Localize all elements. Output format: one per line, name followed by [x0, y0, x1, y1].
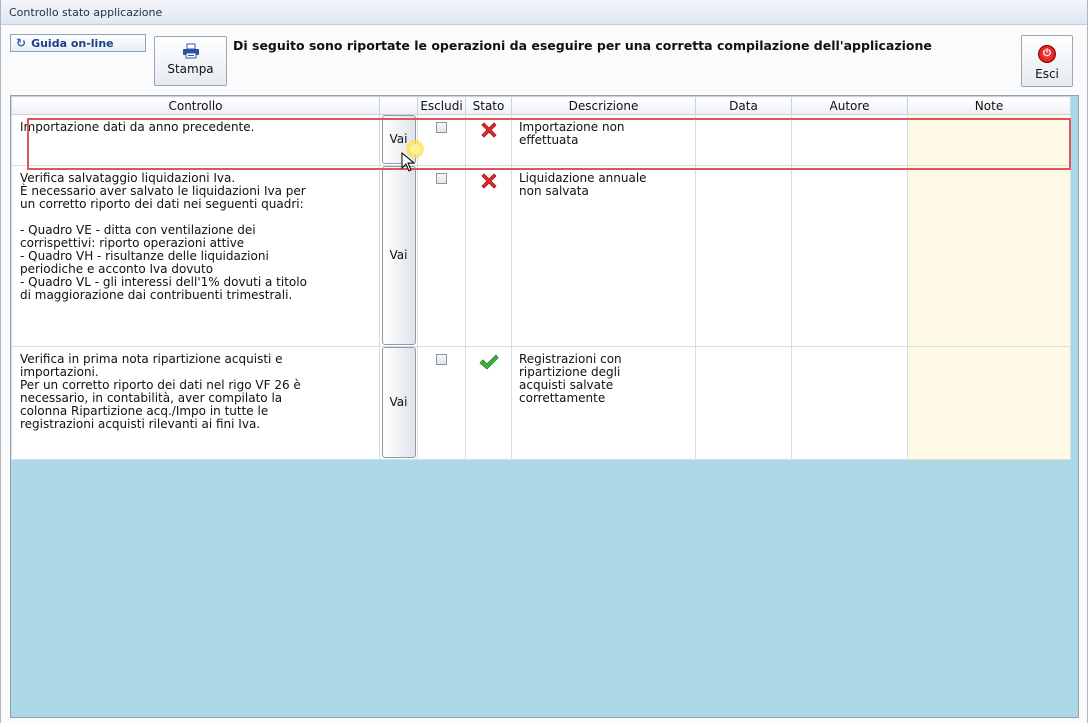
note-cell[interactable] [907, 165, 1071, 347]
vai-cell: Vai [379, 114, 418, 166]
error-x-icon [480, 173, 497, 189]
esci-button[interactable]: ⏻ Esci [1021, 35, 1073, 87]
descrizione-line: non salvata [519, 184, 589, 198]
controllo-line: un corretto riporto dei dati nei seguent… [20, 197, 304, 211]
window-title: Controllo stato applicazione [9, 6, 163, 19]
vai-cell: Vai [379, 165, 418, 347]
instructions-text: Di seguito sono riportate le operazioni … [233, 38, 932, 53]
vai-cell: Vai [379, 346, 418, 460]
stato-cell [465, 165, 512, 347]
table-row: Importazione dati da anno precedente. Va… [11, 114, 1071, 166]
stampa-button[interactable]: Stampa [154, 36, 227, 86]
autore-cell [791, 165, 908, 347]
descrizione-cell: Importazione non effettuata [511, 114, 696, 166]
descrizione-line: correttamente [519, 391, 606, 405]
column-header-note[interactable]: Note [907, 96, 1071, 115]
stato-cell [465, 114, 512, 166]
column-header-escludi[interactable]: Escludi [417, 96, 466, 115]
error-x-icon [480, 122, 497, 138]
header-row: Controllo Escludi Stato Descrizione Data… [11, 96, 1071, 115]
escludi-cell [417, 165, 466, 347]
vai-button[interactable]: Vai [381, 347, 416, 458]
data-cell [695, 114, 792, 166]
controllo-cell: Verifica salvataggio liquidazioni Iva. È… [11, 165, 380, 347]
autore-cell [791, 114, 908, 166]
checks-table: Controllo Escludi Stato Descrizione Data… [11, 96, 1071, 460]
controllo-cell: Verifica in prima nota ripartizione acqu… [11, 346, 380, 460]
stampa-label: Stampa [167, 62, 214, 76]
stato-cell [465, 346, 512, 460]
escludi-cell [417, 114, 466, 166]
data-cell [695, 346, 792, 460]
escludi-cell [417, 346, 466, 460]
escludi-checkbox[interactable] [436, 173, 447, 184]
escludi-checkbox[interactable] [436, 354, 447, 365]
title-bar: Controllo stato applicazione [1, 0, 1087, 25]
note-cell[interactable] [907, 114, 1071, 166]
power-icon: ⏻ [1038, 45, 1056, 63]
data-cell [695, 165, 792, 347]
help-link-icon: ↻ [16, 36, 27, 50]
table-row: Verifica in prima nota ripartizione acqu… [11, 346, 1071, 460]
table-row: Verifica salvataggio liquidazioni Iva. È… [11, 165, 1071, 347]
controllo-line: registrazioni acquisti rilevanti ai fini… [20, 417, 261, 431]
column-header-data[interactable]: Data [695, 96, 792, 115]
descrizione-line: effettuata [519, 133, 579, 147]
column-header-stato[interactable]: Stato [465, 96, 512, 115]
controllo-cell: Importazione dati da anno precedente. [11, 114, 380, 166]
controllo-line: di maggiorazione dai contribuenti trimes… [20, 288, 293, 302]
column-header-autore[interactable]: Autore [791, 96, 908, 115]
checks-grid: Controllo Escludi Stato Descrizione Data… [10, 95, 1079, 718]
descrizione-cell: Registrazioni con ripartizione degli acq… [511, 346, 696, 460]
escludi-checkbox[interactable] [436, 122, 447, 133]
autore-cell [791, 346, 908, 460]
vai-button[interactable]: Vai [381, 166, 416, 345]
toolbar: ↻ Guida on-line Stampa Di seguito sono r… [1, 25, 1087, 93]
guida-online-label: Guida on-line [31, 36, 114, 50]
vai-button[interactable]: Vai [381, 115, 416, 164]
guida-online-button[interactable]: ↻ Guida on-line [10, 34, 146, 52]
column-header-descrizione[interactable]: Descrizione [511, 96, 696, 115]
app-window: Controllo stato applicazione ↻ Guida on-… [0, 0, 1088, 723]
column-header-controllo[interactable]: Controllo [11, 96, 380, 115]
printer-icon [182, 43, 199, 59]
esci-label: Esci [1035, 67, 1059, 81]
controllo-line: Importazione dati da anno precedente. [20, 120, 255, 134]
ok-check-icon [478, 354, 499, 370]
column-header-action [379, 96, 418, 115]
note-cell[interactable] [907, 346, 1071, 460]
descrizione-cell: Liquidazione annuale non salvata [511, 165, 696, 347]
